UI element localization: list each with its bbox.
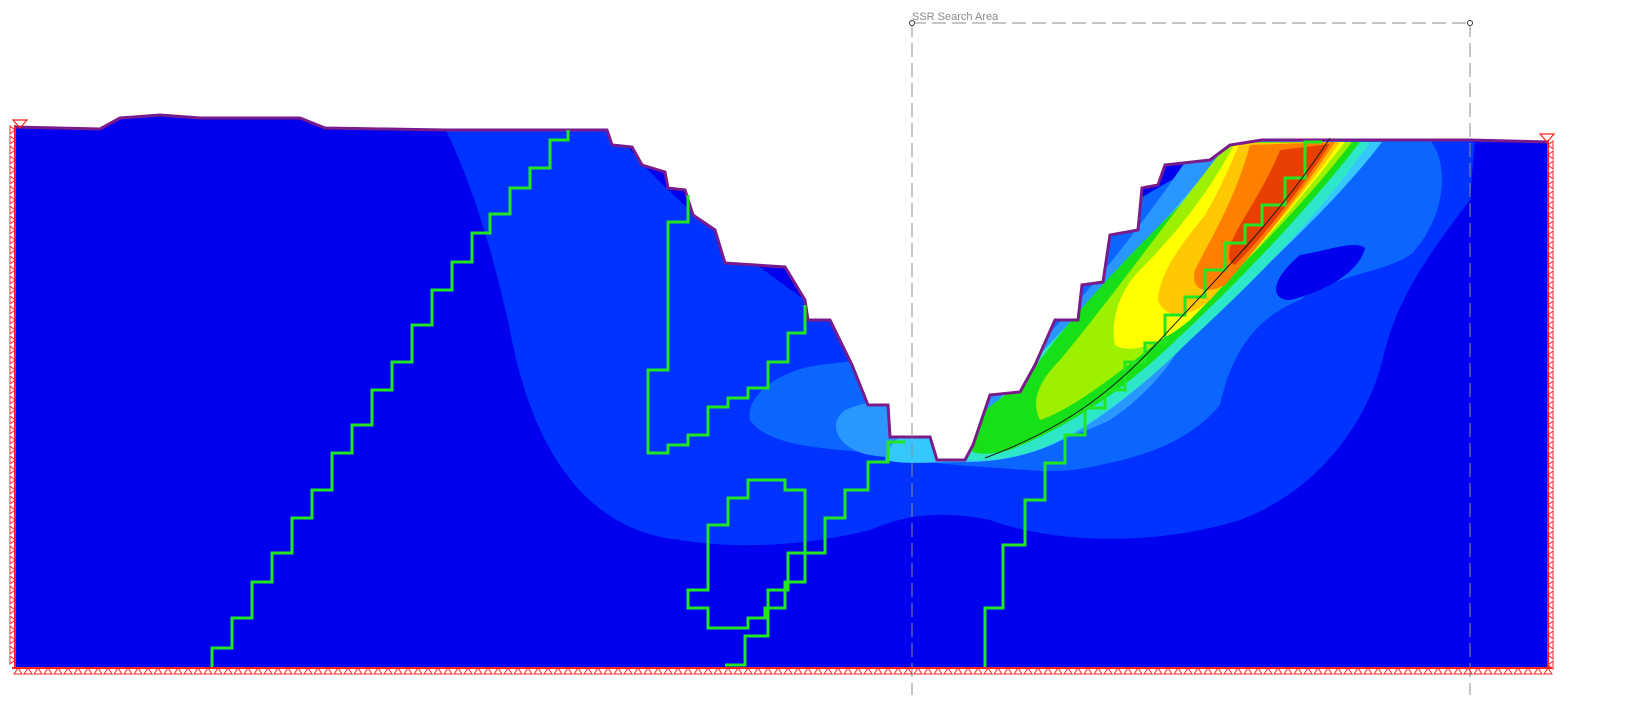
search-area-label: SSR Search Area: [912, 11, 999, 23]
search-area-handle-right[interactable]: [1467, 20, 1473, 26]
model-canvas[interactable]: SSR Search Area: [0, 0, 1647, 725]
contour-field: [15, 115, 1548, 668]
